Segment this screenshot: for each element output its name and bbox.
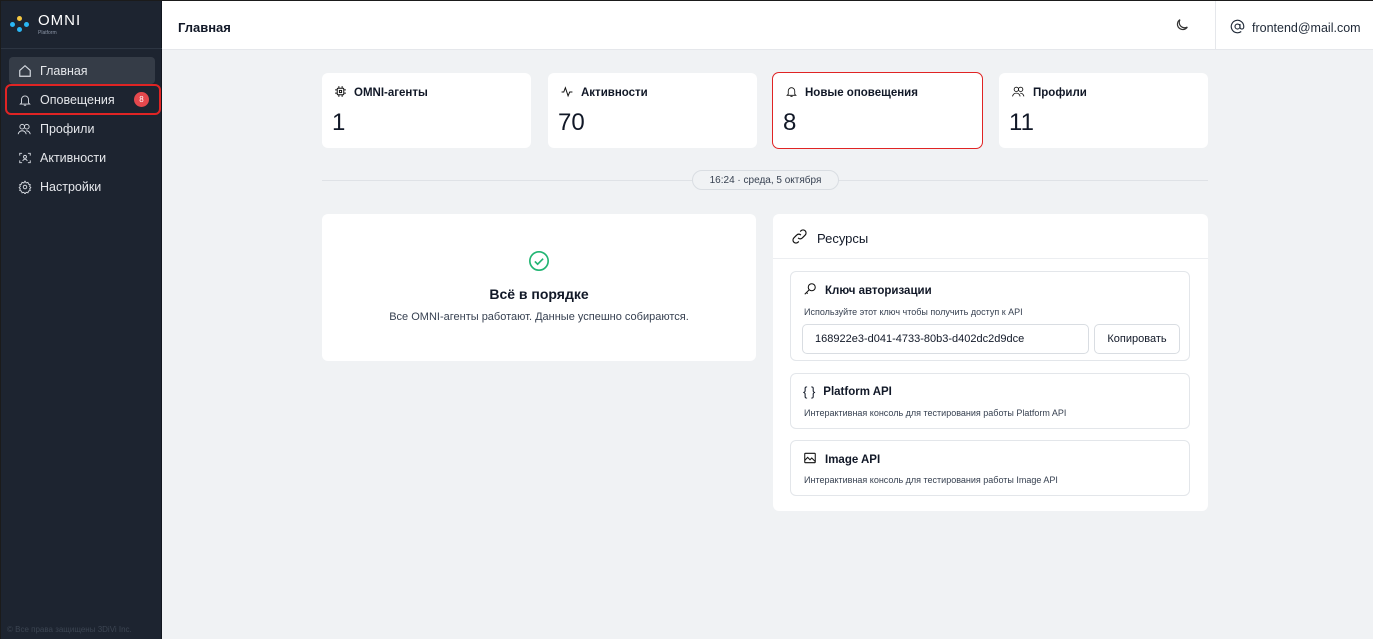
at-sign-icon: [1230, 19, 1245, 37]
copyright-text: © Все права защищены 3DiVi Inc.: [7, 625, 132, 634]
status-description: Все OMNI-агенты работают. Данные успешно…: [389, 311, 689, 323]
stat-value: 11: [1009, 109, 1034, 136]
sidebar-item-label: Главная: [40, 63, 88, 78]
logo-text: OMNI: [38, 12, 82, 29]
users-icon: [17, 121, 32, 136]
stat-card-agents[interactable]: OMNI-агенты 1: [322, 73, 531, 148]
bell-icon: [785, 85, 798, 101]
app-window: OMNI Platform Главная Оповещения 8 Профи…: [0, 0, 1373, 639]
image-api-link[interactable]: Image API Интерактивная консоль для тест…: [790, 440, 1190, 496]
copy-button[interactable]: Копировать: [1094, 324, 1180, 354]
stat-card-profiles[interactable]: Профили 11: [999, 73, 1208, 148]
notification-count-badge: 8: [134, 92, 149, 107]
sidebar-item-label: Активности: [40, 150, 107, 165]
check-circle-icon: [528, 250, 550, 272]
theme-toggle-button[interactable]: [1174, 17, 1192, 35]
sidebar-item-label: Оповещения: [40, 92, 115, 107]
auth-key-title: Ключ авторизации: [825, 284, 932, 297]
platform-api-title: Platform API: [823, 385, 892, 398]
status-title: Всё в порядке: [489, 286, 589, 302]
sidebar: OMNI Platform Главная Оповещения 8 Профи…: [1, 1, 162, 639]
sidebar-item-label: Профили: [40, 121, 95, 136]
resources-card: Ресурсы Ключ авторизации Используйте это…: [773, 214, 1208, 511]
logo-mark-icon: [10, 15, 32, 33]
sidebar-item-settings[interactable]: Настройки: [9, 173, 155, 200]
sidebar-nav: Главная Оповещения 8 Профили Активности: [5, 57, 161, 202]
logo-subtext: Platform: [38, 30, 57, 36]
image-icon: [803, 451, 817, 468]
omni-logo[interactable]: OMNI Platform: [10, 9, 81, 39]
stat-label: Активности: [581, 87, 648, 99]
stat-label: Профили: [1033, 87, 1087, 99]
sidebar-divider: [1, 48, 162, 49]
user-email: frontend@mail.com: [1252, 21, 1361, 35]
stat-card-activities[interactable]: Активности 70: [548, 73, 757, 148]
bell-icon: [17, 92, 32, 107]
key-icon: [803, 282, 817, 299]
user-menu[interactable]: frontend@mail.com: [1230, 19, 1361, 37]
header-divider: [1215, 1, 1216, 50]
page-title: Главная: [178, 20, 231, 35]
platform-api-description: Интерактивная консоль для тестирования р…: [804, 408, 1067, 418]
stat-label: Новые оповещения: [805, 87, 918, 99]
moon-icon: [1174, 19, 1190, 37]
auth-key-field[interactable]: 168922e3-d041-4733-80b3-d402dc2d9dce: [802, 324, 1089, 354]
sidebar-item-notifications[interactable]: Оповещения 8: [5, 84, 161, 115]
auth-key-description: Используйте этот ключ чтобы получить дос…: [804, 307, 1023, 317]
activity-icon: [560, 85, 574, 101]
resources-header: Ресурсы: [773, 214, 1208, 259]
stat-card-new-notifications[interactable]: Новые оповещения 8: [772, 72, 983, 149]
current-datetime: 16:24 · среда, 5 октября: [692, 170, 839, 190]
system-status-card: Всё в порядке Все OMNI-агенты работают. …: [322, 214, 756, 361]
image-api-description: Интерактивная консоль для тестирования р…: [804, 475, 1058, 485]
stat-value: 1: [332, 109, 346, 136]
platform-api-link[interactable]: { } Platform API Интерактивная консоль д…: [790, 373, 1190, 429]
scan-face-icon: [17, 150, 32, 165]
link-icon: [791, 228, 808, 248]
sidebar-item-activities[interactable]: Активности: [9, 144, 155, 171]
cpu-icon: [334, 85, 347, 101]
users-icon: [1011, 85, 1026, 101]
stat-value: 70: [558, 109, 585, 136]
sidebar-item-label: Настройки: [40, 179, 102, 194]
home-icon: [17, 63, 32, 78]
main-content: OMNI-агенты 1 Активности 70 Новые оповещ…: [162, 50, 1373, 639]
braces-icon: { }: [803, 384, 816, 399]
gear-icon: [17, 179, 32, 194]
stat-value: 8: [783, 109, 797, 136]
auth-key-panel: Ключ авторизации Используйте этот ключ ч…: [790, 271, 1190, 361]
stat-label: OMNI-агенты: [354, 87, 428, 99]
image-api-title: Image API: [825, 453, 881, 466]
sidebar-item-home[interactable]: Главная: [9, 57, 155, 84]
top-header: Главная frontend@mail.com: [162, 1, 1373, 50]
resources-title: Ресурсы: [817, 230, 869, 246]
sidebar-item-profiles[interactable]: Профили: [9, 115, 155, 142]
